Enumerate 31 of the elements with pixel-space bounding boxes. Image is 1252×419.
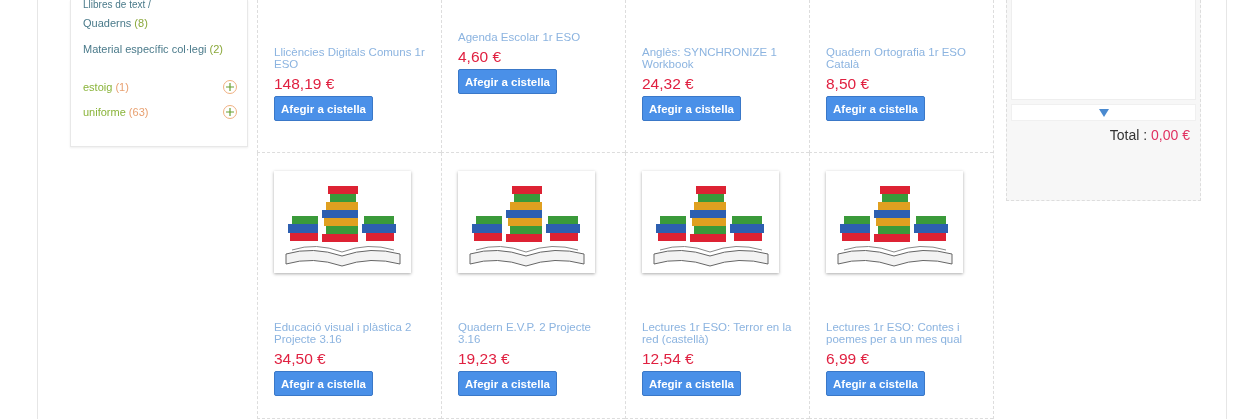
add-to-cart-button[interactable]: Afegir a cistella [458, 371, 557, 396]
product-title[interactable]: Agenda Escolar 1r ESO [458, 31, 609, 43]
product-price: 8,50 € [826, 74, 871, 94]
add-to-cart-button[interactable]: Afegir a cistella [826, 371, 925, 396]
product-price: 12,54 € [642, 349, 695, 369]
product-title[interactable]: Llicències Digitals Comuns 1r ESO [274, 46, 425, 70]
product-title[interactable]: Anglès: SYNCHRONIZE 1 Workbook [642, 46, 793, 70]
down-triangle-icon [1098, 108, 1109, 117]
category-link[interactable]: Material específic col·legi (2) [83, 34, 235, 64]
add-to-cart-button[interactable]: Afegir a cistella [642, 371, 741, 396]
product-price: 4,60 € [458, 47, 503, 67]
product-title[interactable]: Quadern Ortografia 1r ESO Català [826, 46, 977, 70]
add-to-cart-button[interactable]: Afegir a cistella [458, 69, 557, 94]
category-link[interactable]: Llibres de text / [83, 0, 235, 12]
product-price: 34,50 € [274, 349, 327, 369]
category-link[interactable]: Quaderns (8) [83, 12, 235, 34]
product-title[interactable]: Lectures 1r ESO: Terror en la red (castellà) [642, 321, 793, 345]
add-to-cart-button[interactable]: Afegir a cistella [274, 371, 373, 396]
add-to-cart-button[interactable]: Afegir a cistella [274, 96, 373, 121]
product-price: 24,32 € [642, 74, 695, 94]
category-link[interactable]: estoig (1) [83, 80, 129, 93]
product-title[interactable]: Educació visual i plàstica 2 Projecte 3.16 [274, 321, 425, 345]
product-price: 19,23 € [458, 349, 511, 369]
add-to-cart-button[interactable]: Afegir a cistella [826, 96, 925, 121]
product-price: 148,19 € [274, 74, 336, 94]
product-title[interactable]: Quadern E.V.P. 2 Projecte 3.16 [458, 321, 609, 345]
add-to-cart-button[interactable]: Afegir a cistella [642, 96, 741, 121]
product-title[interactable]: Lectures 1r ESO: Contes i poemes per a un mes qual [826, 321, 977, 345]
category-link[interactable]: uniforme (63) [83, 105, 149, 118]
cart-total: Total : 0,00 € [1108, 127, 1191, 143]
product-price: 6,99 € [826, 349, 871, 369]
